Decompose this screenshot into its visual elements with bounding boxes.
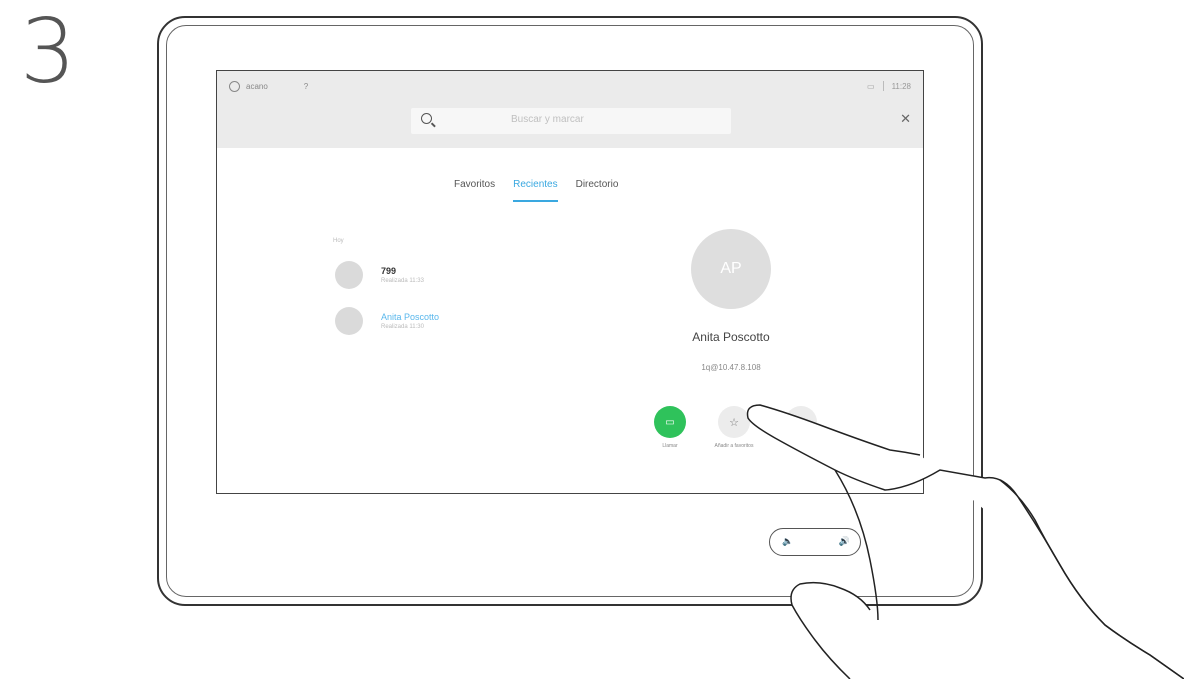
hand-illustration: [746, 404, 1184, 679]
